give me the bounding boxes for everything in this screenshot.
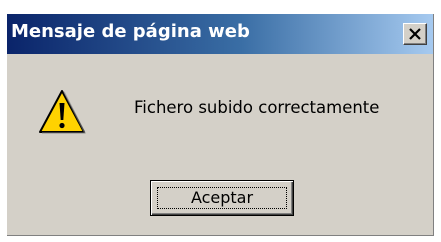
- warning-icon: [39, 90, 86, 134]
- close-button[interactable]: [403, 23, 427, 45]
- title-bar[interactable]: Mensaje de página web: [7, 14, 433, 54]
- close-icon: [409, 28, 421, 40]
- dialog-title: Mensaje de página web: [11, 21, 250, 42]
- ok-button-label: Aceptar: [190, 188, 254, 207]
- message-dialog: Mensaje de página web Fichero subido cor…: [7, 14, 434, 236]
- ok-button[interactable]: Aceptar: [150, 180, 294, 216]
- message-text: Fichero subido correctamente: [134, 98, 380, 117]
